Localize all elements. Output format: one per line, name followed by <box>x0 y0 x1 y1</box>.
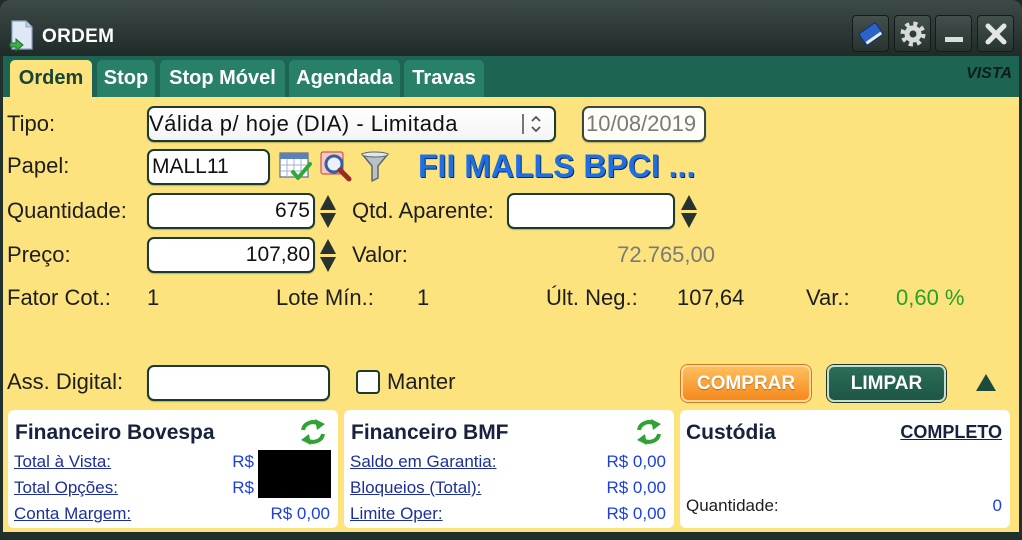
conta-margem-value: R$ 0,00 <box>270 504 330 523</box>
financeiro-bovespa-panel: Financeiro Bovespa Total à Vista: R$ Tot… <box>8 410 338 528</box>
total-a-vista-value: R$ <box>232 452 254 471</box>
tab-travas[interactable]: Travas <box>404 60 484 97</box>
asset-name: FII MALLS BPCI ... <box>418 148 696 184</box>
search-document-icon[interactable] <box>319 150 353 182</box>
valor-value: 72.765,00 <box>617 242 715 267</box>
refresh-icon[interactable] <box>298 418 328 446</box>
triangle-up-icon[interactable] <box>976 374 996 391</box>
document-icon <box>9 20 35 53</box>
stepper-up-icon[interactable] <box>320 195 336 210</box>
saldo-garantia-value: R$ 0,00 <box>606 452 666 471</box>
fator-cot-value: 1 <box>147 285 160 310</box>
order-type-select[interactable]: Válida p/ hoje (DIA) - Limitada <box>147 106 556 142</box>
tab-ordem[interactable]: Ordem <box>10 60 92 98</box>
quantidade-label: Quantidade: <box>7 198 127 223</box>
fator-cot-label: Fator Cot.: <box>7 285 111 310</box>
market-label: VISTA <box>966 65 1012 82</box>
panel-title: Custódia <box>686 421 776 444</box>
quantity-input[interactable] <box>147 193 315 229</box>
qtd-aparente-label: Qtd. Aparente: <box>352 198 494 223</box>
saldo-garantia-link[interactable]: Saldo em Garantia: <box>350 451 496 473</box>
apparent-quantity-input[interactable] <box>507 193 675 229</box>
total-a-vista-link[interactable]: Total à Vista: <box>14 451 111 473</box>
conta-margem-link[interactable]: Conta Margem: <box>14 503 131 525</box>
bloqueios-link[interactable]: Bloqueios (Total): <box>350 477 481 499</box>
total-opcoes-link[interactable]: Total Opções: <box>14 477 118 499</box>
preco-label: Preço: <box>7 242 71 267</box>
panel-title: Financeiro BMF <box>351 421 509 444</box>
financeiro-bmf-panel: Financeiro BMF Saldo em Garantia: R$ 0,0… <box>344 410 674 528</box>
order-window: ORDEM Ordem Stop Stop Móvel Agendada Tra… <box>0 0 1022 540</box>
price-input[interactable] <box>147 237 315 273</box>
completo-link[interactable]: COMPLETO <box>900 421 1002 443</box>
limpar-button[interactable]: LIMPAR <box>827 365 946 402</box>
lote-min-label: Lote Mín.: <box>276 285 374 310</box>
quantidade-custodia-label: Quantidade: <box>686 496 779 515</box>
lote-min-value: 1 <box>417 285 430 310</box>
book-icon[interactable] <box>852 15 889 52</box>
panel-title: Financeiro Bovespa <box>15 421 215 444</box>
var-label: Var.: <box>806 285 850 310</box>
quantidade-custodia-value: 0 <box>992 496 1002 515</box>
limite-oper-link[interactable]: Limite Oper: <box>350 503 443 525</box>
stepper-down-icon[interactable] <box>681 213 697 228</box>
tab-agendada[interactable]: Agendada <box>289 60 400 97</box>
price-stepper[interactable] <box>319 237 337 273</box>
date-field[interactable] <box>582 106 706 142</box>
tipo-label: Tipo: <box>7 111 56 136</box>
total-opcoes-value: R$ <box>232 478 254 497</box>
tab-strip <box>3 56 1019 97</box>
filter-icon[interactable] <box>360 150 390 182</box>
minimize-icon[interactable] <box>935 15 972 52</box>
var-value: 0,60 % <box>896 285 965 310</box>
gear-icon[interactable] <box>894 15 931 52</box>
custodia-panel: Custódia COMPLETO Quantidade: 0 <box>680 410 1010 528</box>
ass-digital-label: Ass. Digital: <box>7 369 124 394</box>
manter-label[interactable]: Manter <box>387 369 455 395</box>
window-title: ORDEM <box>42 26 115 47</box>
tab-stop[interactable]: Stop <box>97 60 155 97</box>
comprar-button[interactable]: COMPRAR <box>681 365 811 402</box>
redacted-block <box>258 450 331 498</box>
stepper-down-icon[interactable] <box>320 257 336 272</box>
apparent-quantity-stepper[interactable] <box>680 193 698 229</box>
stepper-up-icon[interactable] <box>681 195 697 210</box>
ult-neg-label: Últ. Neg.: <box>546 285 638 310</box>
digital-signature-input[interactable] <box>147 365 330 401</box>
refresh-icon[interactable] <box>634 418 664 446</box>
valor-label: Valor: <box>352 242 408 267</box>
order-type-value: Válida p/ hoje (DIA) - Limitada <box>149 111 458 136</box>
ticker-input[interactable] <box>147 149 270 185</box>
chevron-updown-icon <box>529 113 543 135</box>
calendar-check-icon[interactable] <box>279 150 313 182</box>
stepper-up-icon[interactable] <box>320 239 336 254</box>
tab-stop-movel[interactable]: Stop Móvel <box>160 60 285 97</box>
ult-neg-value: 107,64 <box>677 285 745 310</box>
bloqueios-value: R$ 0,00 <box>606 478 666 497</box>
quantity-stepper[interactable] <box>319 193 337 229</box>
select-divider <box>522 114 524 134</box>
stepper-down-icon[interactable] <box>320 213 336 228</box>
manter-checkbox[interactable] <box>356 370 380 394</box>
limite-oper-value: R$ 0,00 <box>606 504 666 523</box>
papel-label: Papel: <box>7 153 70 178</box>
close-icon[interactable] <box>977 15 1014 52</box>
